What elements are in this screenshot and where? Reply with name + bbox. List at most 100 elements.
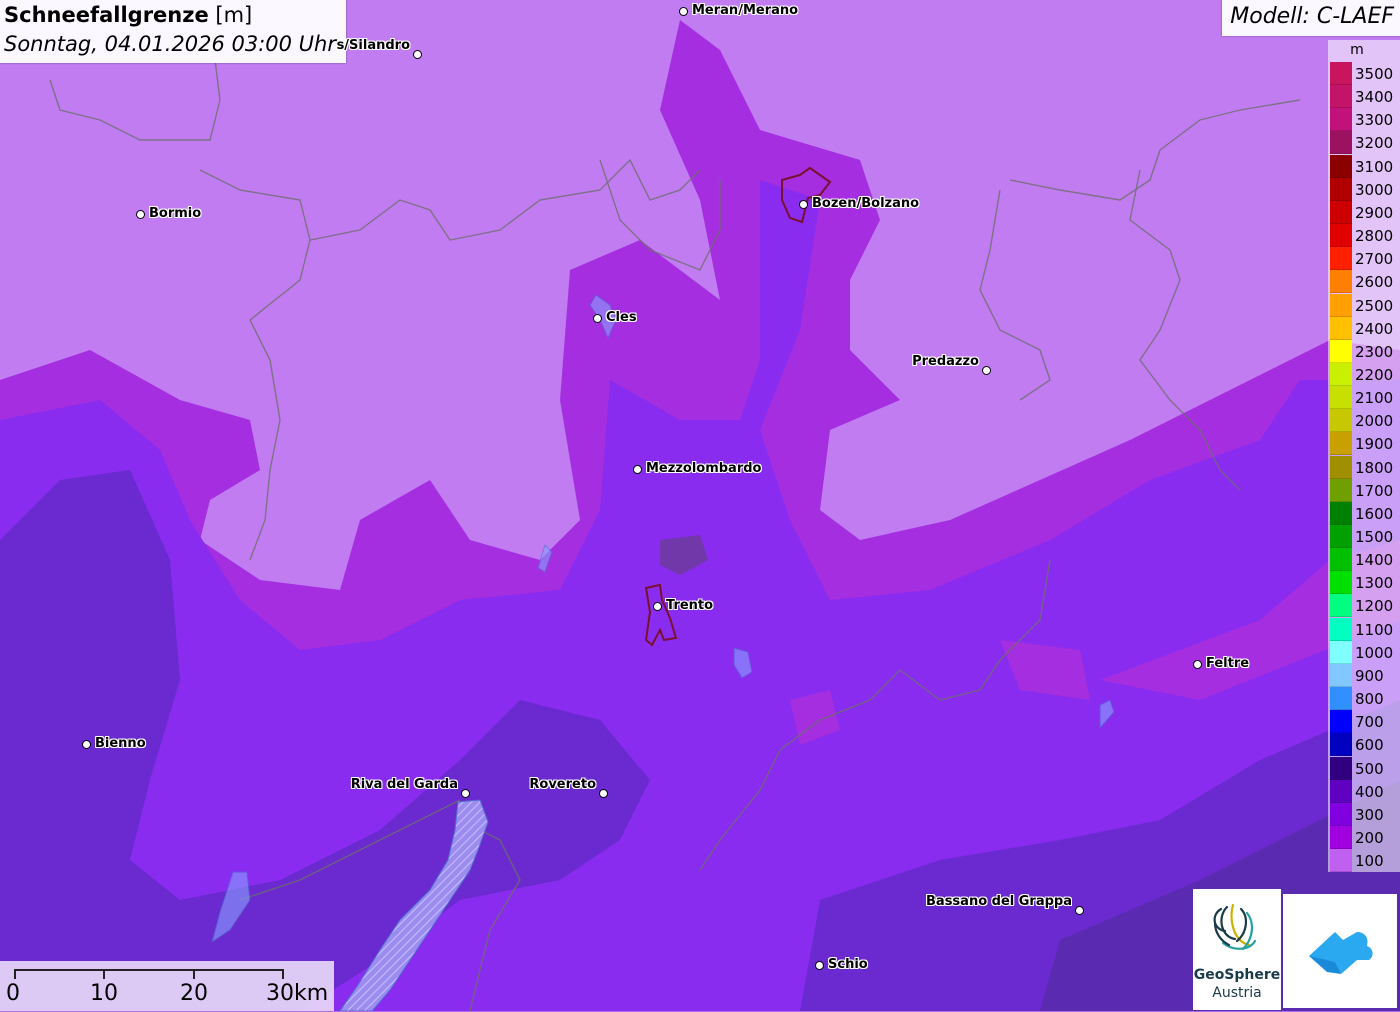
legend-swatch — [1330, 293, 1352, 317]
city-dot-icon — [599, 789, 608, 798]
legend-label: 2300 — [1355, 342, 1394, 361]
city-label: Mezzolombardo — [646, 461, 762, 476]
legend-swatch — [1330, 571, 1352, 595]
scale-tick — [282, 969, 284, 979]
city-dot-icon — [799, 200, 808, 209]
city-dot-icon — [982, 366, 991, 375]
legend-entry: 1700 — [1330, 478, 1400, 502]
city-dot-icon — [593, 314, 602, 323]
legend-swatch — [1330, 177, 1352, 201]
city-dot-icon — [1075, 906, 1084, 915]
legend-swatch — [1330, 594, 1352, 618]
legend-entry: 300 — [1330, 802, 1400, 826]
legend-swatch — [1330, 640, 1352, 664]
legend-swatch — [1330, 710, 1352, 734]
legend-label: 3500 — [1355, 65, 1394, 83]
legend-label: 900 — [1355, 666, 1384, 685]
legend-entry: 3300 — [1330, 108, 1400, 132]
legend-entry: 1200 — [1330, 594, 1400, 618]
city-label: Bienno — [95, 736, 146, 751]
scale-tick — [193, 969, 195, 979]
legend-label: 2500 — [1355, 296, 1394, 315]
legend-entry: 3400 — [1330, 85, 1400, 109]
city-label: Bozen/Bolzano — [812, 196, 920, 211]
city-label: Bassano del Grappa — [926, 894, 1072, 909]
legend-label: 1500 — [1355, 528, 1394, 546]
legend-label: 2400 — [1355, 319, 1394, 338]
legend-entry: 2700 — [1330, 247, 1400, 271]
geosphere-name: GeoSphere — [1193, 967, 1281, 983]
legend-entry: 900 — [1330, 663, 1400, 687]
city-label: Cles — [606, 310, 637, 325]
legend-swatch — [1330, 316, 1352, 340]
snowfall-limit-map[interactable] — [0, 0, 1400, 1011]
title-panel: Schneefallgrenze [m] Sonntag, 04.01.2026… — [0, 0, 346, 63]
legend-swatch — [1330, 224, 1352, 248]
legend-label: 2200 — [1355, 365, 1394, 384]
legend-entry: 600 — [1330, 733, 1400, 757]
city-dot-icon — [461, 789, 470, 798]
geosphere-logo[interactable]: GeoSphere Austria — [1193, 889, 1281, 1010]
legend-label: 100 — [1355, 852, 1384, 871]
city-label: Feltre — [1206, 656, 1250, 671]
legend-entry: 500 — [1330, 756, 1400, 780]
legend-swatch — [1330, 339, 1352, 363]
legend-entry: 800 — [1330, 687, 1400, 711]
legend-entry: 3200 — [1330, 131, 1400, 155]
legend-swatch — [1330, 455, 1352, 479]
legend-label: 2800 — [1355, 227, 1394, 246]
city-dot-icon — [815, 961, 824, 970]
geosphere-country: Austria — [1212, 985, 1262, 1001]
legend-entry: 3100 — [1330, 154, 1400, 178]
legend-label: 1700 — [1355, 481, 1394, 500]
color-legend: m 3500 3400 3300 3200 3100 3000 2900 2800 2700 26… — [1328, 40, 1400, 873]
city-label: Riva del Garda — [350, 777, 458, 792]
legend-swatch — [1330, 501, 1352, 525]
legend-label: 1400 — [1355, 551, 1394, 570]
legend-swatch — [1330, 756, 1352, 780]
legend-swatch — [1330, 663, 1352, 687]
legend-entry: 2100 — [1330, 386, 1400, 410]
legend-entry: 200 — [1330, 825, 1400, 849]
legend-entry: 2500 — [1330, 293, 1400, 317]
city-label: Trento — [666, 598, 714, 613]
scale-label: 10 — [90, 981, 118, 1006]
city-label: Predazzo — [912, 354, 979, 369]
legend-label: 1300 — [1355, 574, 1394, 593]
legend-entry: 1500 — [1330, 525, 1400, 548]
weather-app-logo[interactable] — [1283, 894, 1397, 1008]
legend-entry: 1000 — [1330, 640, 1400, 664]
legend-label: 2000 — [1355, 412, 1394, 431]
geosphere-icon — [1213, 903, 1257, 951]
legend-swatch — [1330, 733, 1352, 757]
legend-swatch — [1330, 432, 1352, 456]
legend-label: 2100 — [1355, 389, 1394, 408]
legend-label: 300 — [1355, 805, 1384, 824]
city-dot-icon — [136, 210, 145, 219]
legend-entry: 1300 — [1330, 571, 1400, 595]
legend-label: 400 — [1355, 782, 1384, 801]
map-datetime: Sonntag, 04.01.2026 03:00 Uhr — [4, 32, 337, 56]
legend-entry: 2300 — [1330, 339, 1400, 363]
city-label: Meran/Merano — [692, 3, 799, 18]
legend-label: 3400 — [1355, 88, 1394, 107]
legend-entry: 2600 — [1330, 270, 1400, 294]
legend-swatch — [1330, 85, 1352, 109]
legend-label: 1800 — [1355, 458, 1394, 477]
city-label: Bormio — [149, 206, 202, 221]
legend-label: 1600 — [1355, 504, 1394, 523]
scale-label: 0 — [6, 981, 20, 1006]
legend-label: 3200 — [1355, 134, 1394, 153]
legend-swatch — [1330, 825, 1352, 849]
legend-entry: 3000 — [1330, 177, 1400, 201]
legend-entry: 100 — [1330, 849, 1400, 873]
legend-swatch — [1330, 409, 1352, 433]
legend-entry: 1800 — [1330, 455, 1400, 479]
scale-label: 30km — [266, 981, 329, 1006]
scale-bar: 0 10 20 30km — [0, 961, 334, 1011]
legend-entry: 400 — [1330, 779, 1400, 803]
model-panel: Modell: C-LAEF — [1222, 0, 1400, 36]
legend-swatch — [1330, 131, 1352, 155]
city-dot-icon — [413, 50, 422, 59]
legend-entry: 1900 — [1330, 432, 1400, 456]
